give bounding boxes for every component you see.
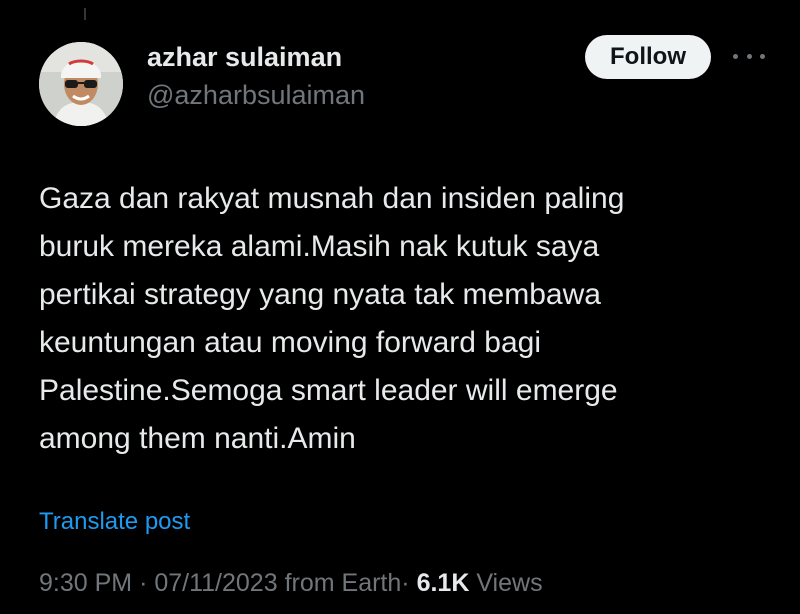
more-dot (746, 53, 752, 59)
more-dot (760, 53, 765, 59)
post-text: Gaza dan rakyat musnah dan insiden palin… (39, 182, 625, 455)
author-handle[interactable]: @azharbsulaiman (147, 80, 365, 111)
translate-post-link[interactable]: Translate post (39, 508, 190, 536)
more-dot (733, 53, 738, 59)
avatar[interactable] (39, 42, 123, 126)
meta-separator: · (401, 569, 410, 597)
author-name[interactable]: azhar sulaiman (147, 42, 342, 73)
views-label: Views (476, 569, 543, 597)
more-horizontal-icon[interactable] (733, 46, 765, 66)
thread-connector-line (84, 8, 86, 20)
follow-button[interactable]: Follow (585, 35, 711, 79)
post-date[interactable]: 07/11/2023 (154, 569, 277, 597)
post-time[interactable]: 9:30 PM (39, 569, 132, 597)
meta-separator: · (139, 569, 148, 597)
views-count[interactable]: 6.1K (417, 569, 470, 597)
avatar-photo (39, 42, 123, 126)
post-metadata: 9:30 PM · 07/11/2023 from Earth· 6.1K Vi… (39, 569, 543, 598)
post-source: from Earth (284, 569, 402, 597)
